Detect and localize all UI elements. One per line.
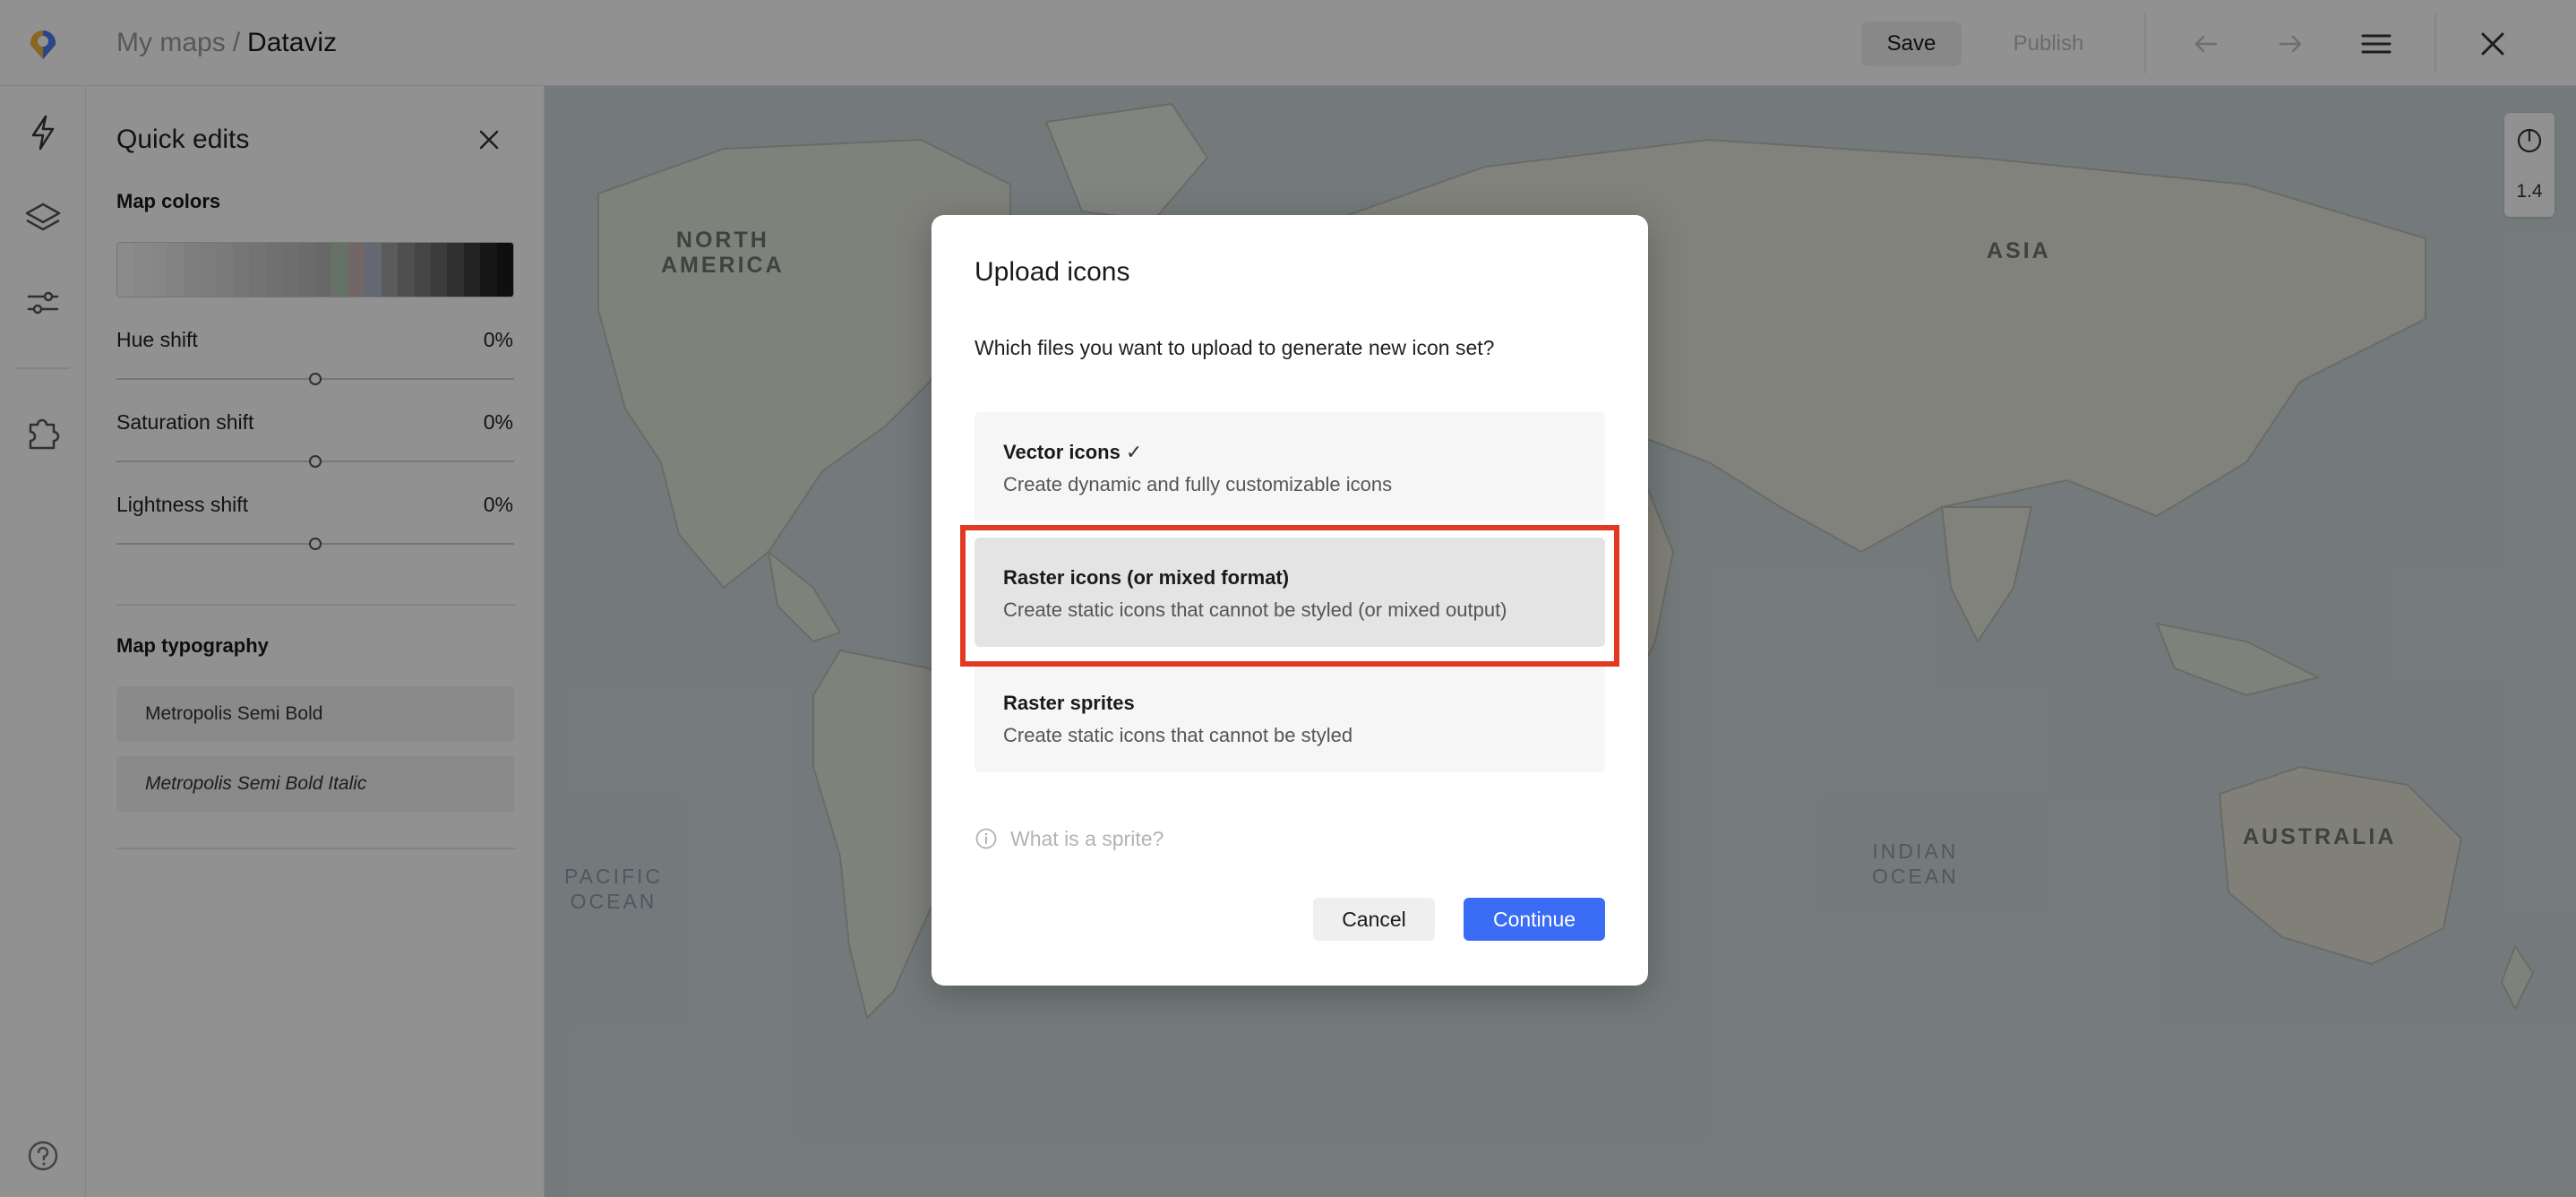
cancel-button[interactable]: Cancel: [1313, 898, 1435, 941]
upload-icons-dialog: Upload icons Which files you want to upl…: [932, 215, 1648, 986]
option-raster-sprites[interactable]: Raster sprites Create static icons that …: [975, 663, 1605, 772]
info-icon: [975, 828, 997, 849]
dialog-title: Upload icons: [975, 257, 1130, 287]
option-title: Vector icons ✓: [1003, 439, 1142, 466]
dialog-question: Which files you want to upload to genera…: [975, 336, 1495, 359]
check-icon: ✓: [1125, 441, 1143, 463]
option-description: Create static icons that cannot be style…: [1003, 724, 1353, 746]
option-raster-icons[interactable]: Raster icons (or mixed format) Create st…: [975, 538, 1605, 647]
what-is-sprite-link[interactable]: What is a sprite?: [1010, 825, 1163, 852]
option-title-text: Vector icons: [1003, 441, 1121, 463]
option-title: Raster sprites: [1003, 692, 1135, 714]
option-title: Raster icons (or mixed format): [1003, 566, 1290, 589]
option-vector-icons[interactable]: Vector icons ✓ Create dynamic and fully c…: [975, 412, 1605, 521]
continue-button[interactable]: Continue: [1464, 898, 1605, 941]
option-description: Create static icons that cannot be style…: [1003, 598, 1507, 621]
sprite-info-row[interactable]: What is a sprite?: [975, 824, 1163, 853]
option-description: Create dynamic and fully customizable ic…: [1003, 473, 1393, 495]
